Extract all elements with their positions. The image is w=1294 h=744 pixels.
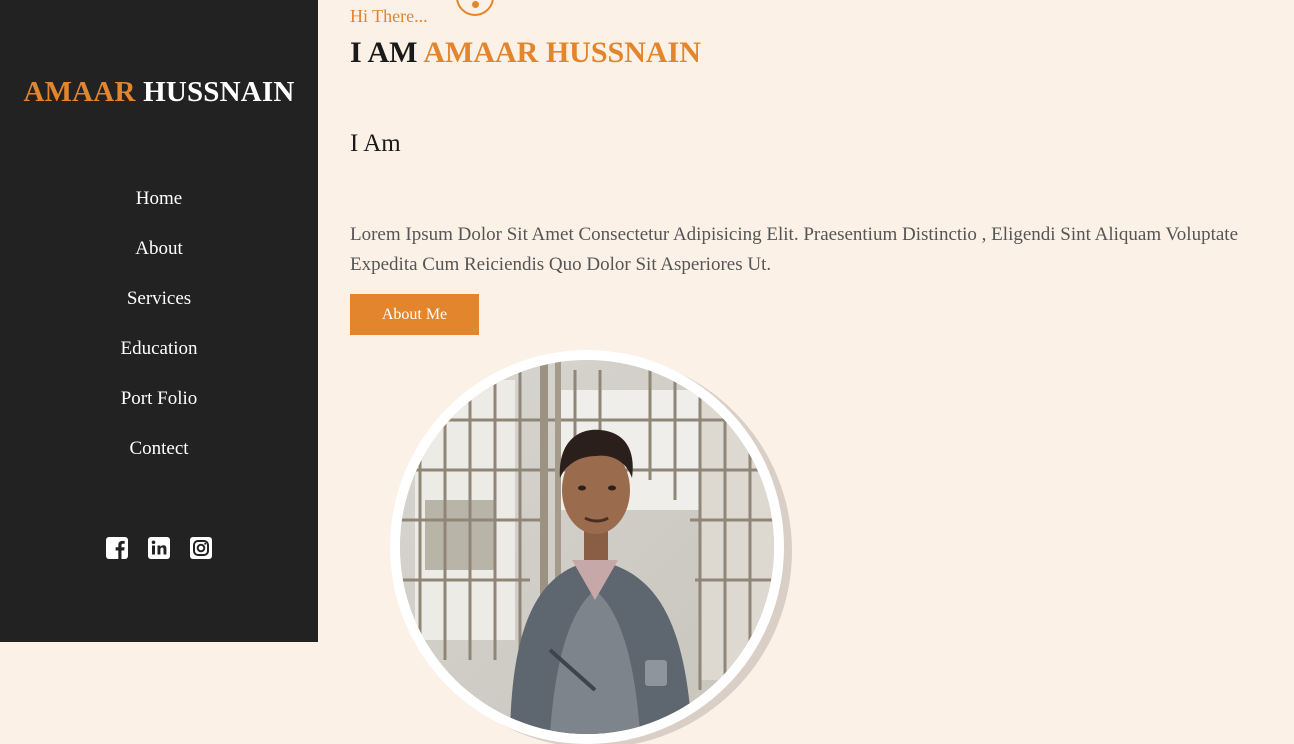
headline-name: AMAAR HUSSNAIN	[423, 36, 701, 69]
nav-portfolio[interactable]: Port Folio	[0, 384, 318, 434]
typed-text: I Am	[350, 130, 401, 157]
social-links	[0, 536, 318, 560]
facebook-icon[interactable]	[105, 536, 129, 560]
instagram-icon[interactable]	[189, 536, 213, 560]
hero-section: Hi There... I AM AMAAR HUSSNAIN I Am Lor…	[318, 0, 1294, 744]
nav-education[interactable]: Education	[0, 334, 318, 384]
nav-home[interactable]: Home	[0, 184, 318, 234]
nav-services[interactable]: Services	[0, 284, 318, 334]
hero-description: Lorem Ipsum Dolor Sit Amet Consectetur A…	[350, 224, 1239, 275]
headline-prefix: I AM	[350, 36, 418, 69]
linkedin-icon[interactable]	[147, 536, 171, 560]
main-nav: Home About Services Education Port Folio…	[0, 184, 318, 484]
profile-photo	[400, 360, 774, 734]
sidebar: AMAAR HUSSNAIN Home About Services Educa…	[0, 0, 318, 642]
hero-headline: I AM AMAAR HUSSNAIN	[350, 36, 701, 70]
decorative-circle-icon	[456, 0, 494, 16]
nav-contact[interactable]: Contect	[0, 434, 318, 484]
site-logo[interactable]: AMAAR HUSSNAIN	[0, 76, 318, 109]
logo-first-name: AMAAR	[23, 76, 136, 108]
logo-last-name: HUSSNAIN	[143, 76, 295, 108]
nav-about[interactable]: About	[0, 234, 318, 284]
profile-photo-frame	[390, 350, 784, 744]
greeting-text: Hi There...	[350, 6, 428, 26]
about-me-button[interactable]: About Me	[350, 294, 479, 335]
